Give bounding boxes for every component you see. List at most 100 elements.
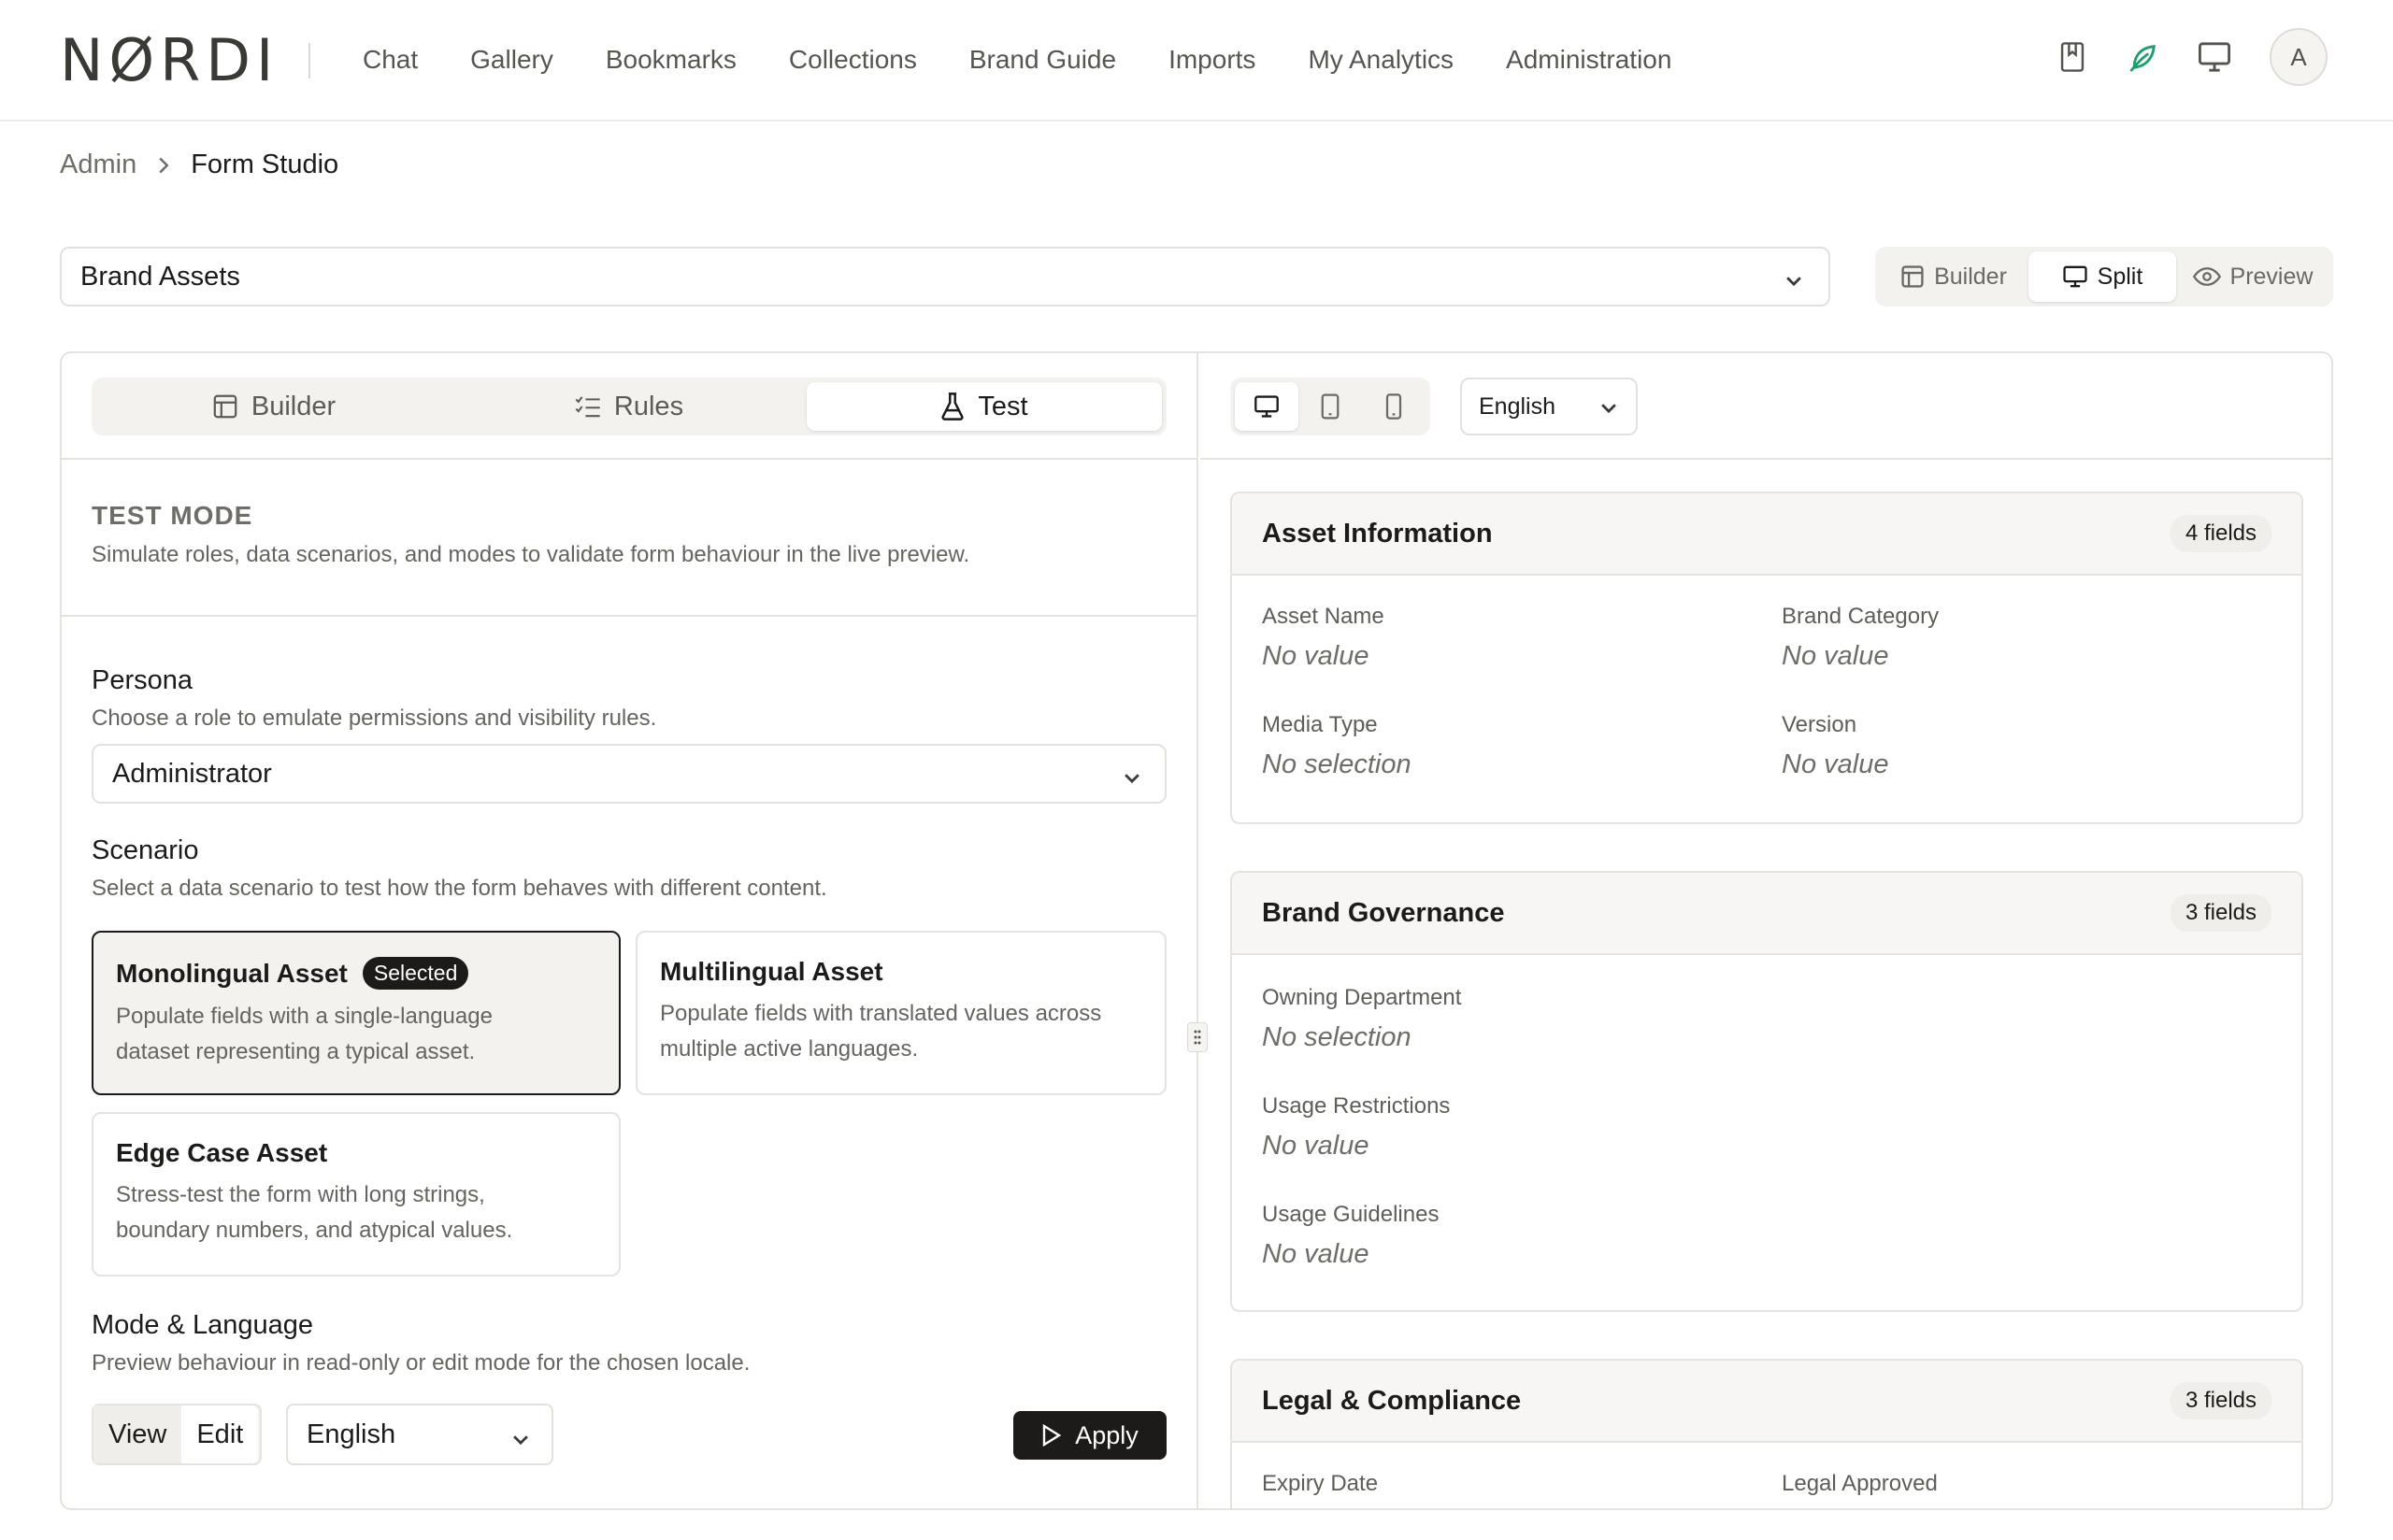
test-language-select[interactable]: English: [286, 1404, 553, 1465]
field-value: No value: [1262, 1239, 1369, 1269]
tab-builder-label: Builder: [251, 391, 337, 421]
mode-language-description: Preview behaviour in read-only or edit m…: [92, 1350, 751, 1376]
list-check-icon: [575, 396, 600, 418]
field-value: No value: [1782, 641, 1889, 671]
device-desktop-button[interactable]: [1235, 382, 1298, 431]
desktop-icon: [1254, 395, 1279, 418]
device-tablet-button[interactable]: [1298, 382, 1362, 431]
mode-view-button[interactable]: View: [93, 1405, 182, 1463]
section-title: Legal & Compliance: [1262, 1385, 1522, 1416]
scenario-card-edge-case[interactable]: Edge Case Asset Stress-test the form wit…: [92, 1112, 621, 1276]
view-builder-label: Builder: [1934, 263, 2007, 290]
field-label: Usage Guidelines: [1262, 1202, 1440, 1227]
tab-rules[interactable]: Rules: [451, 382, 807, 431]
mode-edit-button[interactable]: Edit: [181, 1405, 259, 1463]
flask-icon: [941, 392, 964, 421]
field-usage-guidelines[interactable]: Usage Guidelines No value: [1262, 1202, 1439, 1270]
scenario-card-desc-line: Stress-test the form with long strings,: [116, 1182, 485, 1207]
nav-link-imports[interactable]: Imports: [1168, 41, 1255, 78]
mobile-icon: [1385, 393, 1402, 420]
section-asset-information: Asset Information 4 fields Asset Name No…: [1230, 492, 2303, 824]
breadcrumb-admin-link[interactable]: Admin: [60, 150, 136, 180]
bookmark-book-icon[interactable]: [2051, 36, 2094, 78]
tab-rules-label: Rules: [613, 391, 684, 421]
scenario-card-desc-line: dataset representing a typical asset.: [116, 1039, 476, 1064]
scenario-title: Scenario: [92, 835, 199, 865]
test-mode-header: TEST MODE Simulate roles, data scenarios…: [62, 462, 1196, 617]
chevron-right-icon: [157, 156, 170, 175]
tab-builder[interactable]: Builder: [96, 382, 451, 431]
play-icon: [1043, 1424, 1062, 1447]
view-split-button[interactable]: Split: [2028, 251, 2176, 302]
field-brand-category[interactable]: Brand Category No value: [1782, 604, 1939, 672]
view-edit-toggle: View Edit: [92, 1404, 262, 1465]
scenario-card-desc-line: Populate fields with translated values a…: [660, 1001, 1102, 1026]
eye-icon: [2192, 267, 2221, 286]
preview-language-value: English: [1479, 392, 1555, 420]
leaf-icon[interactable]: [2122, 36, 2165, 78]
scenario-card-multilingual[interactable]: Multilingual Asset Populate fields with …: [636, 931, 1167, 1095]
field-value: No value: [1262, 641, 1369, 671]
view-builder-button[interactable]: Builder: [1879, 251, 2028, 302]
field-usage-restrictions[interactable]: Usage Restrictions No value: [1262, 1093, 1450, 1162]
scenario-card-desc-line: multiple active languages.: [660, 1036, 919, 1062]
form-select-value: Brand Assets: [80, 261, 240, 292]
nav-link-collections[interactable]: Collections: [789, 41, 917, 78]
view-preview-button[interactable]: Preview: [2176, 251, 2329, 302]
section-brand-governance: Brand Governance 3 fields Owning Departm…: [1230, 871, 2303, 1312]
scenario-card-monolingual[interactable]: Monolingual Asset Selected Populate fiel…: [92, 931, 621, 1095]
form-studio-workspace: Builder Rules Test TEST MODE Simulate ro…: [60, 351, 2333, 1510]
field-label: Owning Department: [1262, 985, 1462, 1010]
field-owning-department[interactable]: Owning Department No selection: [1262, 985, 1461, 1053]
scenario-description: Select a data scenario to test how the f…: [92, 876, 827, 901]
test-mode-title: TEST MODE: [92, 501, 253, 530]
field-version[interactable]: Version No value: [1782, 712, 1888, 780]
view-split-label: Split: [2097, 263, 2143, 290]
section-title: Asset Information: [1262, 518, 1493, 549]
field-count-badge: 3 fields: [2170, 894, 2271, 932]
user-avatar[interactable]: A: [2270, 28, 2328, 86]
mode-language-title: Mode & Language: [92, 1310, 314, 1340]
apply-button-label: Apply: [1075, 1420, 1139, 1449]
tab-test[interactable]: Test: [807, 382, 1162, 431]
field-asset-name[interactable]: Asset Name No value: [1262, 604, 1384, 672]
nav-link-bookmarks[interactable]: Bookmarks: [606, 41, 737, 78]
breadcrumb: Admin Form Studio: [60, 150, 338, 180]
field-count-badge: 4 fields: [2170, 515, 2271, 552]
chevron-down-icon: [1598, 397, 1619, 424]
nav-link-chat[interactable]: Chat: [363, 41, 418, 78]
field-label: Usage Restrictions: [1262, 1093, 1451, 1119]
monitor-icon[interactable]: [2193, 36, 2236, 78]
selected-badge: Selected: [362, 957, 469, 990]
field-value: No value: [1262, 1131, 1369, 1161]
form-select-dropdown[interactable]: Brand Assets: [60, 247, 1830, 307]
persona-select[interactable]: Administrator: [92, 744, 1167, 804]
nav-link-administration[interactable]: Administration: [1506, 41, 1671, 78]
nav-link-my-analytics[interactable]: My Analytics: [1308, 41, 1454, 78]
preview-language-select[interactable]: English: [1460, 378, 1638, 435]
tablet-icon: [1321, 393, 1340, 420]
nav-link-gallery[interactable]: Gallery: [470, 41, 553, 78]
logo-divider: [308, 43, 310, 78]
field-legal-approved[interactable]: Legal Approved: [1782, 1471, 1938, 1497]
pane-resize-handle[interactable]: [1187, 1022, 1208, 1052]
apply-button[interactable]: Apply: [1013, 1411, 1167, 1460]
section-legal-compliance: Legal & Compliance 3 fields Expiry Date …: [1230, 1359, 2303, 1508]
layout-icon: [1901, 265, 1924, 288]
panel-tabs-bar: Builder Rules Test: [62, 353, 1196, 460]
primary-nav: Chat Gallery Bookmarks Collections Brand…: [363, 41, 1724, 78]
nav-link-brand-guide[interactable]: Brand Guide: [969, 41, 1116, 78]
test-panel: Builder Rules Test TEST MODE Simulate ro…: [62, 353, 1198, 1508]
monitor-icon: [2063, 265, 2087, 288]
field-expiry-date[interactable]: Expiry Date: [1262, 1471, 1378, 1497]
brand-logo[interactable]: NØRDI: [60, 32, 279, 90]
field-count-badge: 3 fields: [2170, 1382, 2271, 1419]
device-toggle: [1230, 378, 1430, 435]
chevron-down-icon: [1784, 267, 1804, 298]
persona-section: Persona Choose a role to emulate permiss…: [92, 665, 1167, 732]
chevron-down-icon: [1122, 764, 1142, 795]
persona-title: Persona: [92, 665, 193, 695]
field-media-type[interactable]: Media Type No selection: [1262, 712, 1411, 780]
device-mobile-button[interactable]: [1362, 382, 1426, 431]
field-label: Legal Approved: [1782, 1471, 1938, 1496]
